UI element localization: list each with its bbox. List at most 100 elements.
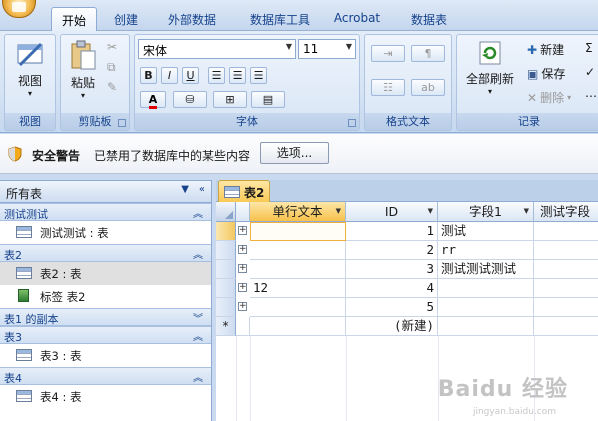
highlight-button[interactable]: ab — [411, 79, 445, 96]
cell-single-line-text[interactable] — [250, 241, 346, 260]
tab-home[interactable]: 开始 — [51, 7, 97, 31]
column-header-test-field[interactable]: 测试字段 — [534, 202, 598, 222]
cell-id[interactable]: 1 — [346, 222, 438, 241]
chevron-down-icon[interactable]: ▼ — [336, 202, 341, 221]
delete-record-button[interactable]: ✕ 删除 ▾ — [527, 89, 571, 106]
new-record-row[interactable]: * (新建) — [216, 317, 598, 336]
nav-group-table1-copy[interactable]: 表1 的副本 ︾ — [0, 308, 211, 326]
nav-item-table3-table[interactable]: 表3 : 表 — [0, 344, 211, 367]
select-all-button[interactable] — [216, 202, 236, 222]
expand-plus-icon[interactable]: + — [238, 264, 247, 273]
nav-item-table2-table[interactable]: 表2 : 表 — [0, 262, 211, 285]
table-row[interactable]: + 2 rr — [216, 241, 598, 260]
paste-button[interactable]: 粘贴 ▾ — [64, 39, 102, 109]
spelling-button[interactable]: ✓ — [585, 65, 595, 79]
italic-button[interactable]: I — [161, 67, 178, 84]
save-record-button[interactable]: ▣ 保存 — [527, 65, 565, 82]
more-button[interactable]: ⋯ — [585, 89, 597, 103]
gridlines-button[interactable]: ⊞ — [213, 91, 247, 108]
bold-button[interactable]: B — [140, 67, 157, 84]
cell-test-field[interactable] — [534, 298, 598, 317]
cell-single-line-text[interactable] — [250, 222, 346, 241]
cell-test-field[interactable] — [534, 241, 598, 260]
cell-field1[interactable]: rr — [438, 241, 534, 260]
table-row[interactable]: + 5 — [216, 298, 598, 317]
expand-plus-icon[interactable]: + — [238, 245, 247, 254]
cell-test-field[interactable] — [534, 222, 598, 241]
cell-field1[interactable]: 测试测试测试 — [438, 260, 534, 279]
expand-plus-icon[interactable]: + — [238, 283, 247, 292]
nav-group-table4[interactable]: 表4 ︽ — [0, 367, 211, 385]
align-center-button[interactable]: ☰ — [229, 67, 246, 84]
row-selector[interactable] — [216, 279, 236, 298]
refresh-all-button[interactable]: 全部刷新 ▾ — [461, 39, 519, 109]
tab-database-tools[interactable]: 数据库工具 — [236, 7, 324, 31]
alternate-fill-button[interactable]: ▤ — [251, 91, 285, 108]
new-row-marker[interactable]: * — [216, 317, 236, 336]
tab-datasheet[interactable]: 数据表 — [399, 7, 459, 31]
totals-button[interactable]: Σ — [585, 41, 593, 55]
align-right-button[interactable]: ☰ — [250, 67, 267, 84]
nav-group-ceshiceshi[interactable]: 测试测试 ︽ — [0, 203, 211, 221]
expand-plus-icon[interactable]: + — [238, 226, 247, 235]
row-selector[interactable] — [216, 241, 236, 260]
underline-button[interactable]: U — [182, 67, 199, 84]
dialog-launcher-icon[interactable] — [348, 119, 356, 127]
chevron-down-icon[interactable]: ▼ — [428, 202, 433, 221]
row-selector[interactable] — [216, 298, 236, 317]
cell-id[interactable]: 5 — [346, 298, 438, 317]
font-name-select[interactable]: 宋体 ▼ — [138, 39, 296, 59]
rtl-button[interactable]: ¶ — [411, 45, 445, 62]
cell-field1[interactable] — [438, 317, 534, 336]
column-header-single-line-text[interactable]: 单行文本 ▼ — [250, 202, 346, 222]
tab-create[interactable]: 创建 — [104, 7, 148, 31]
nav-pane-header[interactable]: 所有表 ▼ « — [0, 181, 211, 203]
expand-plus-icon[interactable]: + — [238, 302, 247, 311]
cell-id[interactable]: 4 — [346, 279, 438, 298]
cell-single-line-text[interactable] — [250, 260, 346, 279]
bullets-button[interactable]: ☷ — [371, 79, 405, 96]
cell-single-line-text[interactable]: 12 — [250, 279, 346, 298]
new-record-button[interactable]: ✚ 新建 — [527, 41, 564, 58]
chevron-down-icon[interactable]: ▼ — [524, 202, 529, 221]
nav-group-table2[interactable]: 表2 ︽ — [0, 244, 211, 262]
tab-external-data[interactable]: 外部数据 — [156, 7, 228, 31]
chevron-down-icon[interactable]: ▼ — [181, 184, 189, 195]
table-row[interactable]: + 1 测试 — [216, 222, 598, 241]
nav-group-table3[interactable]: 表3 ︽ — [0, 326, 211, 344]
nav-item-table2-label-report[interactable]: 标签 表2 — [0, 285, 211, 308]
cell-single-line-text[interactable] — [250, 298, 346, 317]
table-row[interactable]: + 3 测试测试测试 — [216, 260, 598, 279]
increase-indent-button[interactable]: ⇥ — [371, 45, 405, 62]
cell-field1[interactable]: 测试 — [438, 222, 534, 241]
copy-button[interactable]: ⧉ — [107, 60, 116, 75]
font-size-select[interactable]: 11 ▼ — [298, 39, 356, 59]
office-button[interactable] — [2, 0, 36, 18]
cell-single-line-text[interactable] — [250, 317, 346, 336]
cell-id[interactable]: 3 — [346, 260, 438, 279]
collapse-pane-icon[interactable]: « — [199, 184, 205, 195]
row-selector[interactable] — [216, 260, 236, 279]
nav-item-table4-table[interactable]: 表4 : 表 — [0, 385, 211, 408]
column-header-id[interactable]: ID ▼ — [346, 202, 438, 222]
format-painter-button[interactable]: ✎ — [107, 80, 117, 94]
table-row[interactable]: + 12 4 — [216, 279, 598, 298]
document-tab-table2[interactable]: 表2 — [218, 180, 270, 202]
font-color-button[interactable]: A — [140, 91, 166, 109]
tab-acrobat[interactable]: Acrobat — [327, 7, 387, 31]
align-left-button[interactable]: ☰ — [208, 67, 225, 84]
fill-color-button[interactable]: ⛁ — [173, 91, 207, 108]
cell-test-field[interactable] — [534, 317, 598, 336]
options-button[interactable]: 选项... — [260, 142, 329, 164]
nav-item-ceshiceshi-table[interactable]: 测试测试 : 表 — [0, 221, 211, 244]
cut-button[interactable]: ✂ — [107, 40, 117, 54]
cell-id-new[interactable]: (新建) — [346, 317, 438, 336]
dialog-launcher-icon[interactable] — [118, 119, 126, 127]
view-button[interactable]: 视图 ▾ — [8, 39, 52, 109]
column-header-field1[interactable]: 字段1 ▼ — [438, 202, 534, 222]
cell-field1[interactable] — [438, 298, 534, 317]
row-selector[interactable] — [216, 222, 236, 241]
cell-test-field[interactable] — [534, 260, 598, 279]
cell-id[interactable]: 2 — [346, 241, 438, 260]
cell-test-field[interactable] — [534, 279, 598, 298]
